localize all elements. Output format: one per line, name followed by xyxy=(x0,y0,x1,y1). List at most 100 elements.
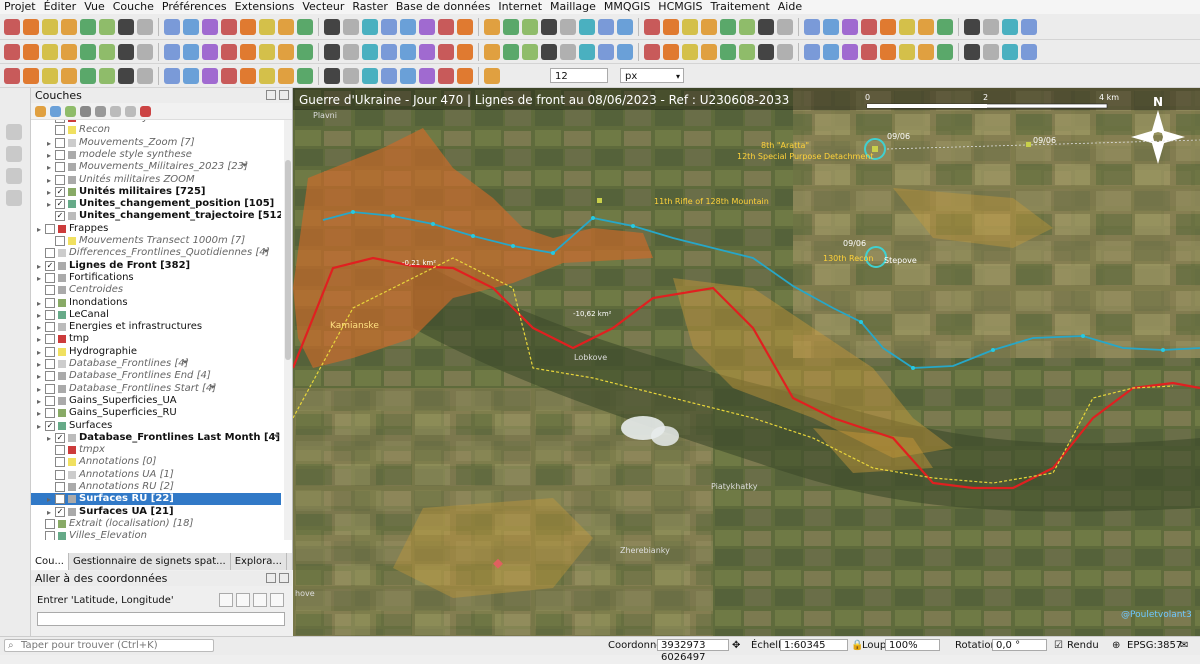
expand-arrow-icon[interactable]: ▸ xyxy=(37,396,45,408)
digitize-tool-icon[interactable] xyxy=(918,43,934,60)
main-tool-icon[interactable] xyxy=(362,18,378,35)
digitize-tool-icon[interactable] xyxy=(1002,43,1018,60)
advanced-tool-icon[interactable] xyxy=(137,67,153,84)
digitize-tool-icon[interactable] xyxy=(80,43,96,60)
layer-row[interactable]: ▸ Mouvements_Militaires_2023 [23] ⏷ xyxy=(31,161,248,173)
layer-visibility-checkbox[interactable] xyxy=(55,162,65,173)
layer-visibility-checkbox[interactable] xyxy=(45,285,55,296)
main-tool-icon[interactable] xyxy=(259,18,275,35)
main-tool-icon[interactable] xyxy=(400,18,416,35)
digitize-tool-icon[interactable] xyxy=(560,43,576,60)
digitize-tool-icon[interactable] xyxy=(278,43,294,60)
main-tool-icon[interactable] xyxy=(457,18,473,35)
expand-arrow-icon[interactable]: ▸ xyxy=(37,310,45,322)
filter-icon[interactable]: ⏷ xyxy=(209,383,218,393)
menu-item[interactable]: Maillage xyxy=(546,0,600,14)
main-tool-icon[interactable] xyxy=(183,18,199,35)
visibility-icon[interactable] xyxy=(65,105,76,117)
main-tool-icon[interactable] xyxy=(663,18,679,35)
digitize-tool-icon[interactable] xyxy=(823,43,839,60)
advanced-tool-icon[interactable] xyxy=(221,67,237,84)
layer-visibility-checkbox[interactable] xyxy=(55,120,65,123)
digitize-tool-icon[interactable] xyxy=(701,43,717,60)
label-size-input[interactable]: 12 xyxy=(550,68,608,83)
menu-item[interactable]: Projet xyxy=(0,0,40,14)
expand-arrow-icon[interactable]: ▸ xyxy=(37,421,45,433)
layer-row[interactable]: ▸ Gains_Superficies_RU xyxy=(31,407,177,419)
main-tool-icon[interactable] xyxy=(880,18,896,35)
layer-visibility-checkbox[interactable] xyxy=(55,482,65,492)
main-tool-icon[interactable] xyxy=(777,18,793,35)
layer-visibility-checkbox[interactable] xyxy=(45,408,55,419)
layer-row[interactable]: ▸ tmp xyxy=(31,333,89,345)
layer-visibility-checkbox[interactable] xyxy=(45,248,55,259)
layer-row[interactable]: Villes_Elevation xyxy=(31,530,147,540)
main-tool-icon[interactable] xyxy=(861,18,877,35)
expand-arrow-icon[interactable]: ▸ xyxy=(47,187,55,199)
collapse-all-icon[interactable] xyxy=(125,105,136,117)
advanced-tool-icon[interactable] xyxy=(438,67,454,84)
menu-item[interactable]: Couche xyxy=(109,0,158,14)
main-tool-icon[interactable] xyxy=(842,18,858,35)
layer-visibility-checkbox[interactable] xyxy=(45,334,55,345)
coord-input[interactable] xyxy=(37,612,285,626)
main-tool-icon[interactable] xyxy=(80,18,96,35)
main-tool-icon[interactable] xyxy=(804,18,820,35)
coord-value[interactable]: 3932973 6026497 xyxy=(657,639,729,663)
layer-row[interactable]: tmpx xyxy=(31,444,105,456)
tab-browser[interactable]: Explora... xyxy=(231,553,287,570)
menu-item[interactable]: Vecteur xyxy=(298,0,348,14)
digitize-tool-icon[interactable] xyxy=(758,43,774,60)
move-feature-icon[interactable] xyxy=(6,146,22,162)
expand-arrow-icon[interactable]: ▸ xyxy=(47,150,55,162)
advanced-tool-icon[interactable] xyxy=(183,67,199,84)
scale-value[interactable]: 1:60345 xyxy=(780,639,848,651)
layer-visibility-checkbox[interactable] xyxy=(45,223,55,234)
digitize-tool-icon[interactable] xyxy=(259,43,275,60)
main-tool-icon[interactable] xyxy=(1021,18,1037,35)
digitize-tool-icon[interactable] xyxy=(438,43,454,60)
digitize-tool-icon[interactable] xyxy=(739,43,755,60)
expand-arrow-icon[interactable]: ▸ xyxy=(37,408,45,420)
digitize-tool-icon[interactable] xyxy=(343,43,359,60)
advanced-tool-icon[interactable] xyxy=(42,67,58,84)
layer-visibility-checkbox[interactable] xyxy=(55,137,65,148)
digitize-tool-icon[interactable] xyxy=(777,43,793,60)
digitize-tool-icon[interactable] xyxy=(381,43,397,60)
advanced-tool-icon[interactable] xyxy=(297,67,313,84)
advanced-tool-icon[interactable] xyxy=(400,67,416,84)
main-tool-icon[interactable] xyxy=(720,18,736,35)
digitize-tool-icon[interactable] xyxy=(899,43,915,60)
copy-icon[interactable] xyxy=(236,593,250,607)
close-icon[interactable] xyxy=(279,90,289,100)
zoom-to-icon[interactable] xyxy=(219,593,233,607)
simplify-icon[interactable] xyxy=(6,190,22,206)
main-tool-icon[interactable] xyxy=(1002,18,1018,35)
layer-row[interactable]: ▸ ✓ Unités militaires [725] xyxy=(31,186,205,198)
layer-tree-scrollbar[interactable] xyxy=(284,120,292,540)
layer-row[interactable]: Recon xyxy=(31,124,110,136)
layer-visibility-checkbox[interactable]: ✓ xyxy=(55,186,65,197)
filter-map-icon[interactable] xyxy=(95,105,106,117)
expand-arrow-icon[interactable]: ▸ xyxy=(37,261,45,273)
filter-icon[interactable]: ⏷ xyxy=(182,359,191,368)
main-tool-icon[interactable] xyxy=(297,18,313,35)
advanced-tool-icon[interactable] xyxy=(118,67,134,84)
advanced-tool-icon[interactable] xyxy=(61,67,77,84)
advanced-tool-icon[interactable] xyxy=(324,67,340,84)
advanced-tool-icon[interactable] xyxy=(343,67,359,84)
digitize-tool-icon[interactable] xyxy=(118,43,134,60)
layer-visibility-checkbox[interactable] xyxy=(55,174,65,185)
layer-row[interactable]: Extrait (localisation) [18] xyxy=(31,518,193,530)
layer-visibility-checkbox[interactable]: ✓ xyxy=(55,494,65,505)
menu-item[interactable]: Préférences xyxy=(158,0,231,14)
main-tool-icon[interactable] xyxy=(343,18,359,35)
filter-icon[interactable]: ⏷ xyxy=(273,432,281,442)
digitize-tool-icon[interactable] xyxy=(23,43,39,60)
main-tool-icon[interactable] xyxy=(324,18,340,35)
layer-visibility-checkbox[interactable]: ✓ xyxy=(55,199,65,210)
layer-row[interactable]: ▸ Database_Frontlines [4] ⏷ xyxy=(31,358,189,370)
digitize-tool-icon[interactable] xyxy=(202,43,218,60)
layer-visibility-checkbox[interactable]: ✓ xyxy=(45,260,55,271)
layer-row[interactable]: ▸ Frappes xyxy=(31,223,108,235)
